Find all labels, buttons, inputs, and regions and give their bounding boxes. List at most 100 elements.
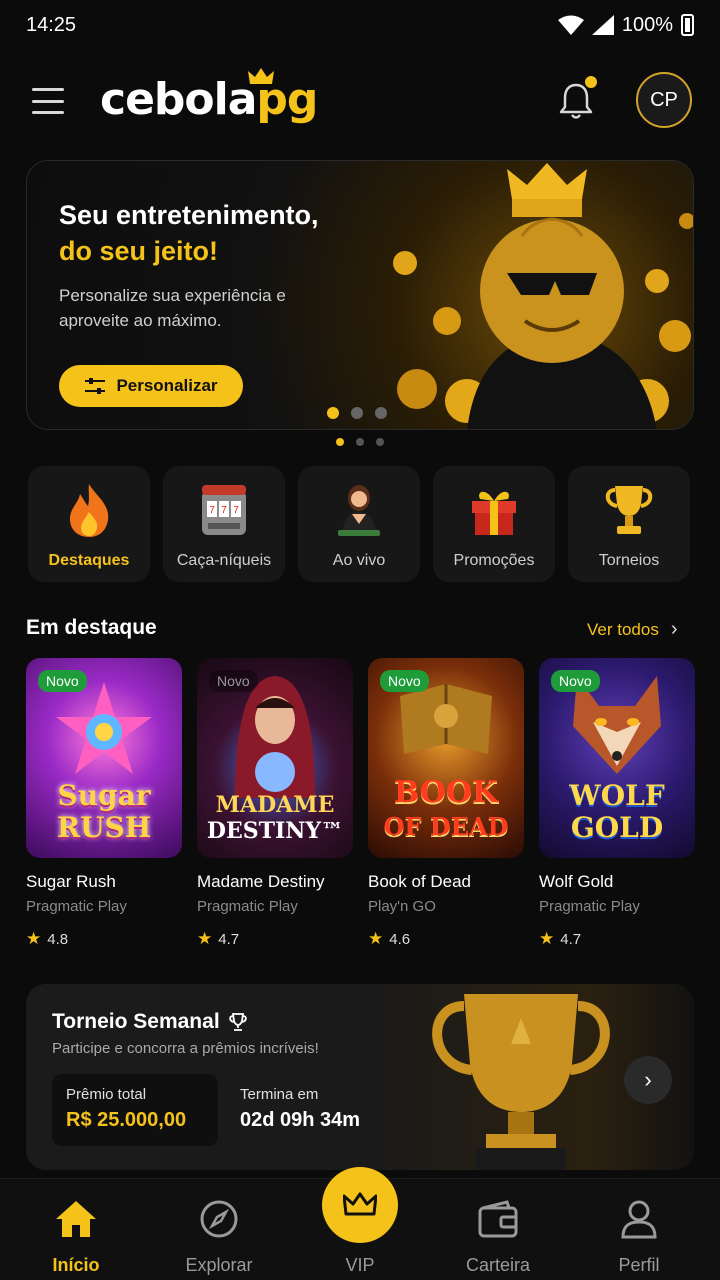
sliders-icon: [85, 378, 106, 394]
game-thumbnail[interactable]: Novo BOOK OF DEAD: [368, 658, 524, 858]
nav-label: Explorar: [185, 1255, 253, 1275]
hero-subtitle: Personalize sua experiência e aproveite …: [59, 286, 286, 330]
game-card-wolf-gold[interactable]: Novo WOLF GOLD Wolf Gold Pragmatic Play ★…: [539, 658, 695, 949]
nav-label: Carteira: [465, 1255, 531, 1275]
category-caca-niqueis[interactable]: 777 Caça-níqueis: [163, 466, 285, 582]
star-icon: ★: [368, 929, 384, 948]
app-logo[interactable]: cebolapg: [100, 74, 318, 125]
nav-inicio[interactable]: Início: [6, 1179, 146, 1280]
category-label: Destaques: [48, 552, 130, 569]
status-icons: 100%: [557, 13, 694, 37]
category-promocoes[interactable]: Promoções: [433, 466, 555, 582]
game-cover-title: BOOK OF DEAD: [383, 775, 509, 842]
notification-dot: [585, 76, 597, 88]
home-icon: [54, 1197, 98, 1241]
live-dealer-icon: [329, 480, 389, 540]
trophy-illustration: [432, 994, 610, 1170]
category-destaques[interactable]: Destaques: [28, 466, 150, 582]
prize-value: R$ 25.000,00: [66, 1109, 187, 1131]
prize-label: Prêmio total: [66, 1086, 147, 1103]
category-ao-vivo[interactable]: Ao vivo: [298, 466, 420, 582]
menu-icon[interactable]: [32, 88, 64, 114]
logo-text: cebola: [100, 74, 257, 125]
trophy-icon: [599, 480, 659, 540]
nav-label: VIP: [345, 1255, 375, 1275]
category-torneios[interactable]: Torneios: [568, 466, 690, 582]
game-provider: Pragmatic Play: [26, 898, 127, 915]
onion-mascot-illustration: [393, 163, 693, 429]
new-badge: Novo: [551, 670, 600, 692]
tournament-title-text: Torneio Semanal: [52, 1010, 220, 1033]
game-card-book-of-dead[interactable]: Novo BOOK OF DEAD Book of Dead Play'n GO …: [368, 658, 524, 949]
game-cover-title: WOLF GOLD: [569, 779, 665, 844]
game-rating: ★ 4.7: [539, 929, 582, 948]
game-cover-title: MADAME DESTINY™: [206, 792, 344, 844]
trophy-icon: [228, 1013, 247, 1031]
game-card-madame-destiny[interactable]: Novo MADAME DESTINY™ Madame Destiny Pragm…: [197, 658, 353, 949]
see-all-label: Ver todos: [587, 619, 659, 639]
category-label: Promoções: [453, 552, 535, 569]
bottom-navigation: Início Explorar VIP Carteira Perfil: [0, 1167, 720, 1280]
tournament-subtitle: Participe e concorra a prêmios incríveis…: [52, 1040, 319, 1057]
wallet-icon: [477, 1197, 519, 1241]
section-title-featured: Em destaque: [26, 616, 157, 639]
game-rating: ★ 4.7: [197, 929, 240, 948]
personalize-button[interactable]: Personalizar: [59, 365, 243, 407]
category-label: Caça-níqueis: [176, 552, 272, 569]
candy-star-art: [56, 682, 152, 774]
nav-explorar[interactable]: Explorar: [149, 1179, 289, 1280]
carousel-pager: [336, 438, 384, 446]
see-all-link[interactable]: Ver todos ›: [587, 618, 678, 641]
avatar[interactable]: CP: [636, 72, 692, 128]
nav-vip[interactable]: VIP: [290, 1179, 430, 1280]
new-badge: Novo: [380, 670, 429, 692]
nav-perfil[interactable]: Perfil: [569, 1179, 709, 1280]
battery-percent: 100%: [621, 13, 673, 36]
hero-title-line2: do seu jeito!: [59, 236, 219, 266]
prize-box: Prêmio total R$ 25.000,00: [52, 1074, 218, 1146]
game-cover-title: Sugar RUSH: [56, 779, 152, 844]
game-card-sugar-rush[interactable]: Novo Sugar RUSH Sugar Rush Pragmatic Play…: [26, 658, 182, 949]
featured-games-list: Novo Sugar RUSH Sugar Rush Pragmatic Play…: [26, 658, 695, 949]
fire-icon: [59, 480, 119, 540]
hero-title-line1: Seu entretenimento,: [59, 200, 319, 230]
crown-icon: [248, 68, 274, 84]
game-provider: Play'n GO: [368, 898, 436, 915]
countdown-label: Termina em: [240, 1086, 319, 1103]
game-name: Wolf Gold: [539, 872, 614, 891]
personalize-button-label: Personalizar: [116, 376, 218, 395]
game-provider: Pragmatic Play: [197, 898, 298, 915]
nav-label: Início: [52, 1255, 100, 1275]
game-thumbnail[interactable]: Novo MADAME DESTINY™: [197, 658, 353, 858]
compass-icon: [199, 1197, 239, 1241]
game-thumbnail[interactable]: Novo Sugar RUSH: [26, 658, 182, 858]
nav-carteira[interactable]: Carteira: [428, 1179, 568, 1280]
category-label: Torneios: [598, 552, 660, 569]
pager-dot-2[interactable]: [356, 438, 364, 446]
status-time: 14:25: [26, 13, 77, 36]
svg-text:7: 7: [209, 505, 215, 516]
book-art: [400, 684, 492, 754]
pager-dot-1[interactable]: [336, 438, 344, 446]
gift-icon: [464, 480, 524, 540]
new-badge: Novo: [38, 670, 87, 692]
category-row: Destaques 777 Caça-níqueis Ao vivo Promo…: [28, 466, 690, 582]
hero-slide-indicator: [327, 407, 387, 419]
app-header: cebolapg CP: [0, 68, 720, 132]
star-icon: ★: [539, 929, 555, 948]
star-icon: ★: [26, 929, 42, 948]
hero-banner[interactable]: Seu entretenimento, do seu jeito! Person…: [26, 160, 694, 430]
chevron-right-icon[interactable]: ›: [624, 1056, 672, 1104]
user-icon: [620, 1197, 658, 1241]
slot-machine-icon: 777: [194, 480, 254, 540]
wifi-icon: [557, 15, 584, 35]
avatar-initials: CP: [650, 88, 678, 111]
game-name: Sugar Rush: [26, 872, 116, 891]
svg-text:7: 7: [233, 505, 239, 516]
star-icon: ★: [197, 929, 213, 948]
tournament-title: Torneio Semanal: [52, 1010, 248, 1034]
tournament-card[interactable]: Torneio Semanal Participe e concorra a p…: [26, 984, 694, 1170]
pager-dot-3[interactable]: [376, 438, 384, 446]
category-label: Ao vivo: [332, 552, 386, 569]
game-thumbnail[interactable]: Novo WOLF GOLD: [539, 658, 695, 858]
